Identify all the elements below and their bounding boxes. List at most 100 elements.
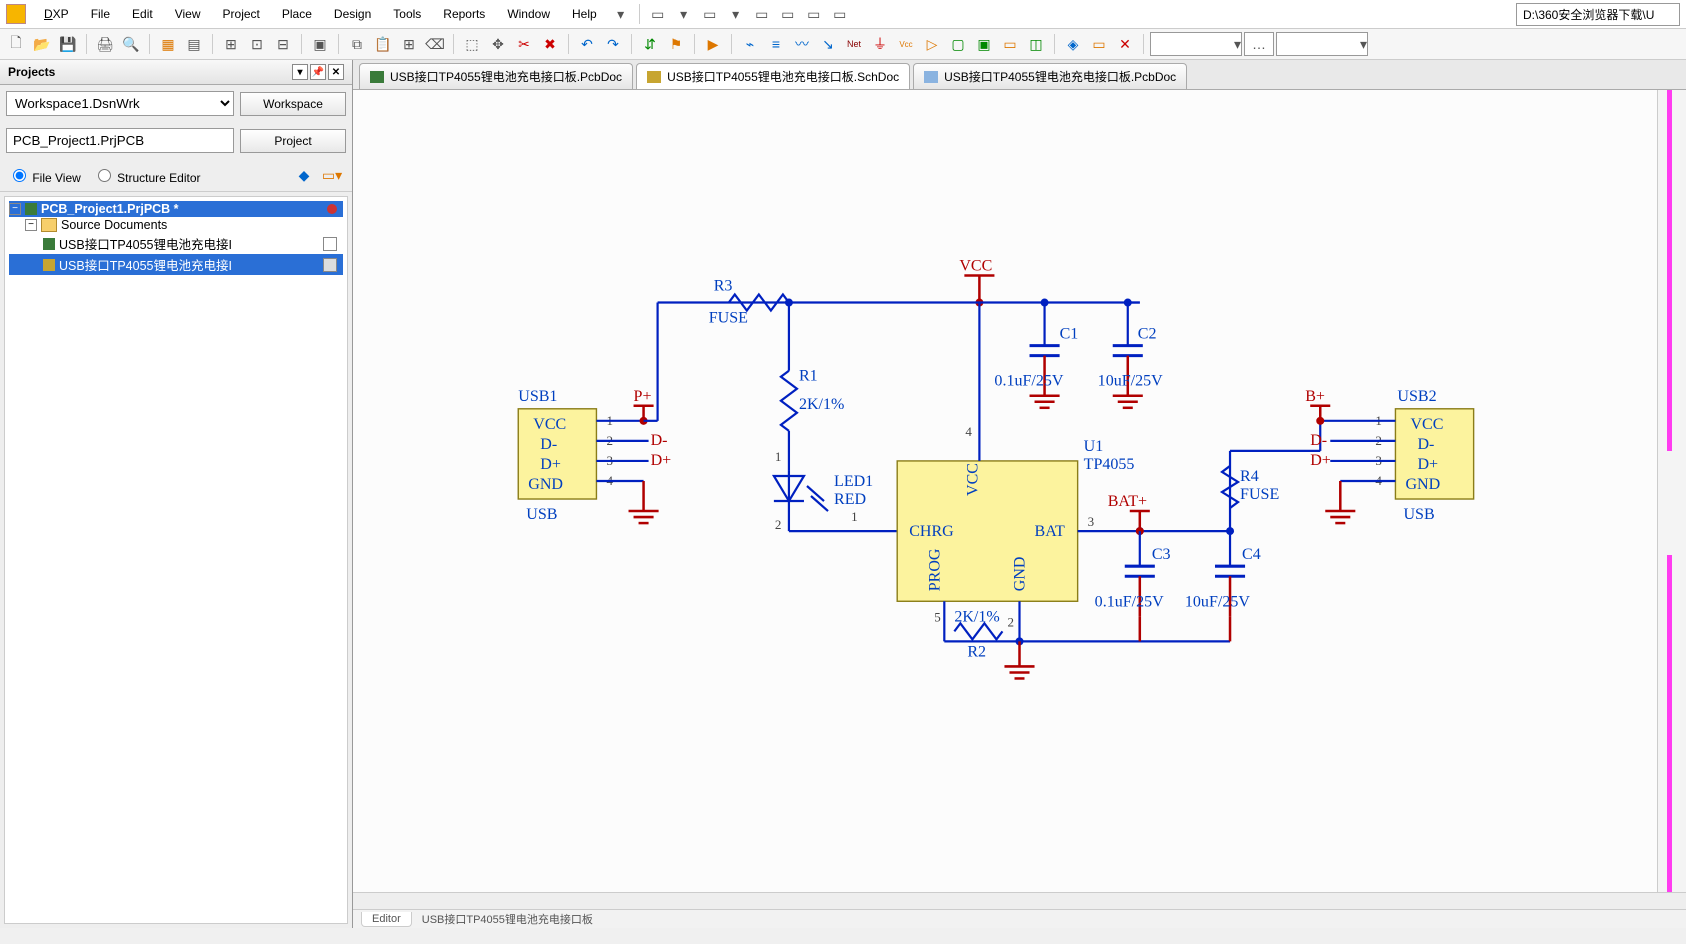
- toolbar-extra3[interactable]: ▭: [698, 2, 722, 26]
- usb2-type: USB: [1403, 506, 1434, 523]
- menu-file[interactable]: File: [81, 4, 120, 24]
- menu-dropdown-icon[interactable]: ▾: [609, 2, 633, 26]
- net-vcc: VCC: [959, 257, 992, 274]
- tab-pcbdoc1[interactable]: USB接口TP4055锂电池充电接口板.PcbDoc: [359, 63, 633, 89]
- array-icon[interactable]: ⊞: [397, 32, 421, 56]
- menu-reports[interactable]: Reports: [433, 4, 495, 24]
- net-pplus: P+: [634, 388, 652, 405]
- menu-window[interactable]: Window: [497, 4, 560, 24]
- tree-file-sch[interactable]: USB接口TP4055锂电池充电接I: [9, 254, 343, 275]
- updown-icon[interactable]: ⇵: [638, 32, 662, 56]
- zoom-fit-icon[interactable]: ⊞: [219, 32, 243, 56]
- bottom-tab-doc[interactable]: USB接口TP4055锂电池充电接口板: [422, 911, 593, 927]
- usb2-pin-vcc: VCC: [1410, 416, 1443, 433]
- horizontal-scrollbar[interactable]: [353, 892, 1686, 909]
- zoom-area-icon[interactable]: ⊡: [245, 32, 269, 56]
- compile-icon[interactable]: ▣: [308, 32, 332, 56]
- wire-icon[interactable]: ⌁: [738, 32, 762, 56]
- menu-project[interactable]: Project: [213, 4, 270, 24]
- print-icon[interactable]: 🖨: [93, 32, 117, 56]
- menu-edit[interactable]: Edit: [122, 4, 163, 24]
- workspace-select[interactable]: Workspace1.DsnWrk: [6, 91, 234, 116]
- cross-icon[interactable]: ✕: [1113, 32, 1137, 56]
- flag-icon[interactable]: ⚑: [664, 32, 688, 56]
- device-icon[interactable]: ◫: [1024, 32, 1048, 56]
- menu-place[interactable]: Place: [272, 4, 322, 24]
- toolbar-extra7[interactable]: ▭: [802, 2, 826, 26]
- refresh-icon[interactable]: ◆: [292, 163, 316, 187]
- panel-options-icon[interactable]: ▭▾: [320, 163, 344, 187]
- zoom-sel-icon[interactable]: ⊟: [271, 32, 295, 56]
- c4-value: 10uF/25V: [1185, 593, 1250, 610]
- tree-folder-node[interactable]: − Source Documents: [9, 217, 343, 233]
- run-icon[interactable]: ▶: [701, 32, 725, 56]
- save-icon[interactable]: 💾: [56, 32, 80, 56]
- led1-pin2: 2: [775, 517, 782, 532]
- bus-icon[interactable]: ≡: [764, 32, 788, 56]
- r3-label: R3: [714, 278, 733, 295]
- copy-icon[interactable]: ⧉: [345, 32, 369, 56]
- port-icon[interactable]: ▭: [998, 32, 1022, 56]
- toolbar-extra4[interactable]: ▾: [724, 2, 748, 26]
- select-icon[interactable]: ⬚: [460, 32, 484, 56]
- structure-editor-radio[interactable]: Structure Editor: [93, 166, 201, 185]
- panel-pin-icon[interactable]: 📌: [310, 64, 326, 80]
- sheet-icon[interactable]: ▦: [156, 32, 180, 56]
- r4-label: R4: [1240, 468, 1259, 485]
- u1-pin4: 4: [965, 424, 972, 439]
- delete-icon[interactable]: ✖: [538, 32, 562, 56]
- sheet-entry-icon[interactable]: ▣: [972, 32, 996, 56]
- file-view-radio[interactable]: File View: [8, 166, 81, 185]
- dropdown1[interactable]: ▾: [1150, 32, 1242, 56]
- sheet-symbol-icon[interactable]: ▢: [946, 32, 970, 56]
- toolbar-extra2[interactable]: ▾: [672, 2, 696, 26]
- bottom-tab-editor[interactable]: Editor: [361, 912, 412, 927]
- toolbar-extra5[interactable]: ▭: [750, 2, 774, 26]
- tab-pcbdoc2[interactable]: USB接口TP4055锂电池充电接口板.PcbDoc: [913, 63, 1187, 89]
- cut-icon[interactable]: ✂: [512, 32, 536, 56]
- vcc-icon[interactable]: Vcc: [894, 32, 918, 56]
- netlabel-icon[interactable]: Net: [842, 32, 866, 56]
- toolbar-extra1[interactable]: ▭: [646, 2, 670, 26]
- tab-schdoc[interactable]: USB接口TP4055锂电池充电接口板.SchDoc: [636, 63, 910, 89]
- schematic-canvas[interactable]: VCC R3 FUSE USB1 VCC D- D+ GND USB: [353, 90, 1686, 892]
- menu-dxp[interactable]: DXP: [34, 4, 79, 24]
- dropdown2[interactable]: ▾: [1276, 32, 1368, 56]
- project-input[interactable]: [6, 128, 234, 153]
- toolbar-extra6[interactable]: ▭: [776, 2, 800, 26]
- app-logo-icon: [6, 4, 26, 24]
- rubber-icon[interactable]: ⌫: [423, 32, 447, 56]
- menu-view[interactable]: View: [165, 4, 211, 24]
- power-icon[interactable]: ⏚: [868, 32, 892, 56]
- undo-icon[interactable]: ↶: [575, 32, 599, 56]
- more-btn[interactable]: …: [1244, 32, 1274, 56]
- preview-icon[interactable]: 🔍: [119, 32, 143, 56]
- menu-help[interactable]: Help: [562, 4, 607, 24]
- panel-close-icon[interactable]: ✕: [328, 64, 344, 80]
- panel-dropdown-icon[interactable]: ▾: [292, 64, 308, 80]
- project-button[interactable]: Project: [240, 129, 346, 153]
- redo-icon[interactable]: ↷: [601, 32, 625, 56]
- tree-file-pcb[interactable]: USB接口TP4055锂电池充电接I: [9, 233, 343, 254]
- project-tree[interactable]: − PCB_Project1.PrjPCB * − Source Documen…: [4, 196, 348, 924]
- busentry-icon[interactable]: ↘: [816, 32, 840, 56]
- led1-pin1: 1: [851, 509, 858, 524]
- text-icon[interactable]: ▭: [1087, 32, 1111, 56]
- signal-icon[interactable]: 〰: [790, 32, 814, 56]
- no-erc-icon[interactable]: ◈: [1061, 32, 1085, 56]
- path-field[interactable]: D:\360安全浏览器下载\U: [1516, 3, 1680, 26]
- part-icon[interactable]: ▷: [920, 32, 944, 56]
- net-dp-right: D+: [1310, 452, 1331, 469]
- u1-label: U1: [1084, 438, 1104, 455]
- menu-design[interactable]: Design: [324, 4, 381, 24]
- open-icon[interactable]: 📂: [30, 32, 54, 56]
- grid-icon[interactable]: ▤: [182, 32, 206, 56]
- workspace-button[interactable]: Workspace: [240, 92, 346, 116]
- move-icon[interactable]: ✥: [486, 32, 510, 56]
- new-icon[interactable]: 🗋: [4, 32, 28, 56]
- menu-tools[interactable]: Tools: [383, 4, 431, 24]
- tree-project-node[interactable]: − PCB_Project1.PrjPCB *: [9, 201, 343, 217]
- u1-pin-vcc: VCC: [964, 463, 981, 496]
- paste-icon[interactable]: 📋: [371, 32, 395, 56]
- toolbar-extra8[interactable]: ▭: [828, 2, 852, 26]
